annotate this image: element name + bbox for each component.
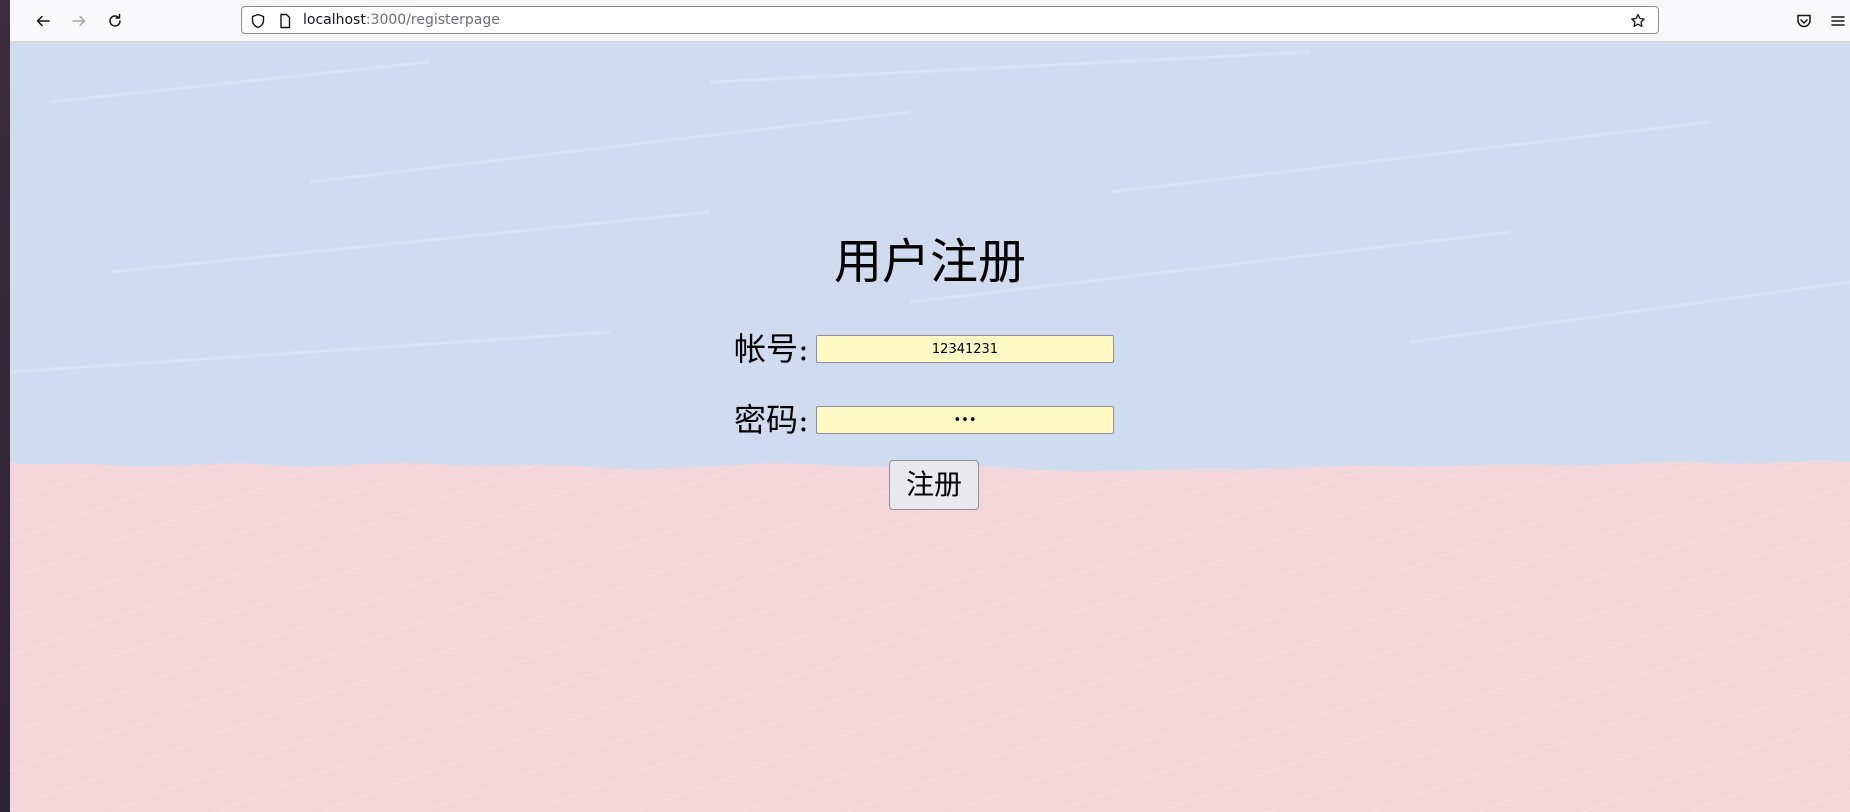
account-row: 帐号: bbox=[734, 331, 1114, 367]
back-button[interactable] bbox=[28, 6, 58, 36]
account-input[interactable] bbox=[816, 335, 1114, 363]
register-button[interactable]: 注册 bbox=[889, 460, 979, 510]
account-label: 帐号: bbox=[734, 330, 809, 368]
page-viewport: 用户注册 帐号: 密码: 注册 bbox=[10, 42, 1850, 812]
page-info-icon[interactable] bbox=[277, 13, 293, 29]
url-host: localhost bbox=[303, 12, 366, 28]
desktop-edge bbox=[0, 0, 10, 812]
address-bar[interactable]: localhost:3000/registerpage bbox=[241, 6, 1659, 34]
pocket-icon[interactable] bbox=[1795, 12, 1813, 30]
url-text[interactable]: localhost:3000/registerpage bbox=[303, 12, 500, 29]
password-label: 密码: bbox=[734, 401, 809, 439]
hamburger-menu-icon[interactable] bbox=[1829, 12, 1847, 30]
back-arrow-icon bbox=[36, 15, 50, 27]
forward-button[interactable] bbox=[64, 6, 94, 36]
reload-icon bbox=[109, 13, 121, 27]
password-row: 密码: bbox=[734, 402, 1114, 438]
page-title: 用户注册 bbox=[833, 234, 1026, 290]
reload-button[interactable] bbox=[100, 6, 130, 36]
browser-toolbar: localhost:3000/registerpage bbox=[10, 0, 1850, 42]
url-path: :3000/registerpage bbox=[365, 12, 500, 28]
password-input[interactable] bbox=[816, 406, 1114, 434]
forward-arrow-icon bbox=[72, 15, 86, 27]
shield-icon[interactable] bbox=[250, 13, 266, 29]
browser-window: localhost:3000/registerpage 用户注册 帐号: 密码: bbox=[10, 0, 1850, 812]
star-icon[interactable] bbox=[1630, 13, 1646, 29]
